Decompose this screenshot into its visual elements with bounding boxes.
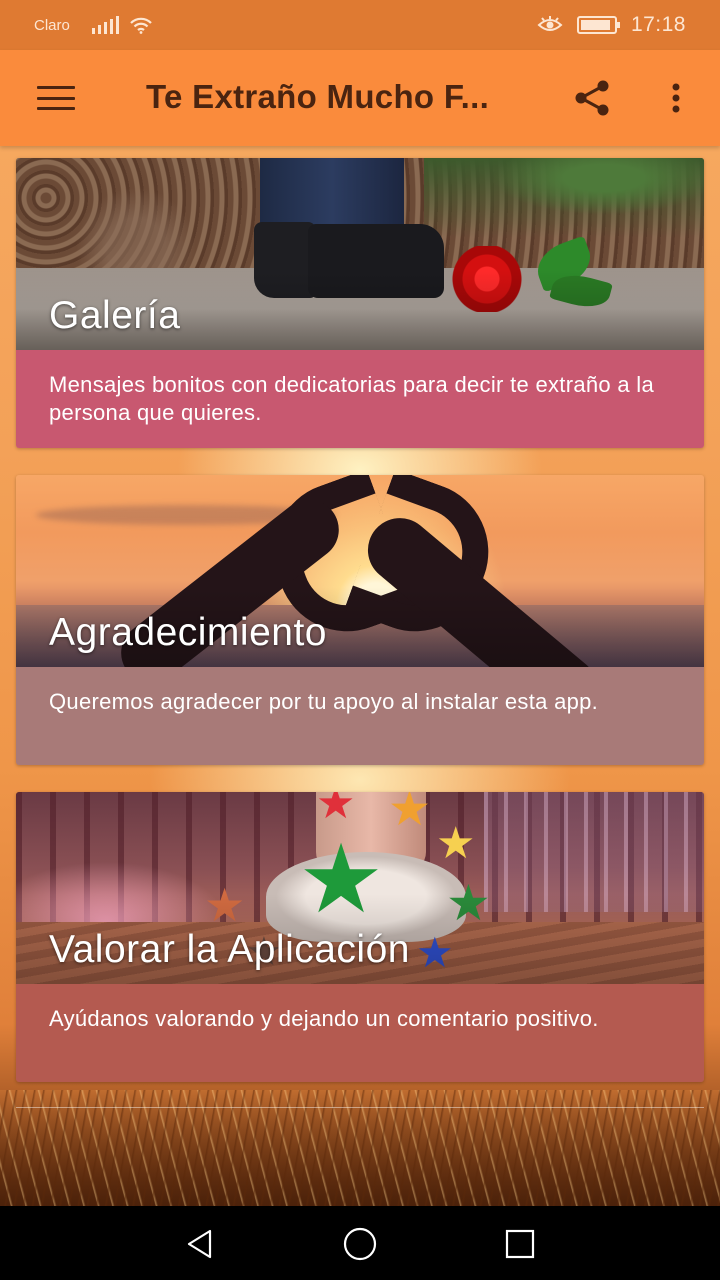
card-description: Queremos agradecer por tu apoyo al insta…	[16, 667, 704, 765]
card-title: Galería	[49, 294, 181, 337]
more-vert-icon	[672, 83, 680, 113]
thanks-image: Agradecimiento	[16, 475, 704, 667]
wifi-icon	[130, 17, 152, 34]
card-rate-app[interactable]: ★ ★ ★ ★ ★ ★ ★ ★ Valorar la Aplicación Ay…	[16, 792, 704, 1082]
card-description: Mensajes bonitos con dedicatorias para d…	[16, 350, 704, 448]
card-gallery[interactable]: Galería Mensajes bonitos con dedicatoria…	[16, 158, 704, 448]
app-bar: Te Extraño Mucho F...	[0, 50, 720, 146]
signal-bars-icon	[91, 16, 119, 34]
home-circle-icon	[343, 1227, 377, 1261]
background-grass	[0, 1090, 720, 1210]
card-description: Ayúdanos valorando y dejando un comentar…	[16, 984, 704, 1082]
app-title: Te Extraño Mucho F...	[146, 78, 490, 115]
card-title: Agradecimiento	[49, 611, 327, 654]
carrier-label: Claro	[34, 16, 70, 34]
divider	[16, 1107, 704, 1108]
clock: 17:18	[630, 13, 686, 36]
back-button[interactable]	[170, 1224, 230, 1264]
recents-square-icon	[505, 1229, 535, 1259]
eye-comfort-icon	[537, 16, 563, 31]
hamburger-menu-icon	[37, 86, 75, 110]
gallery-image: Galería	[16, 158, 704, 350]
share-icon	[575, 80, 609, 116]
battery-fill	[580, 20, 610, 30]
rate-app-image: ★ ★ ★ ★ ★ ★ ★ ★ Valorar la Aplicación	[16, 792, 704, 984]
card-title: Valorar la Aplicación	[49, 928, 410, 971]
navigation-bar	[0, 1206, 720, 1280]
recents-button[interactable]	[490, 1224, 550, 1264]
status-bar: Claro 17:18	[0, 0, 720, 50]
card-thanks[interactable]: Agradecimiento Queremos agradecer por tu…	[16, 475, 704, 765]
battery-icon	[576, 16, 620, 34]
menu-button[interactable]	[0, 50, 112, 146]
back-triangle-icon	[187, 1229, 212, 1259]
share-button[interactable]	[566, 76, 618, 120]
more-options-button[interactable]	[652, 76, 700, 120]
home-button[interactable]	[330, 1224, 390, 1264]
